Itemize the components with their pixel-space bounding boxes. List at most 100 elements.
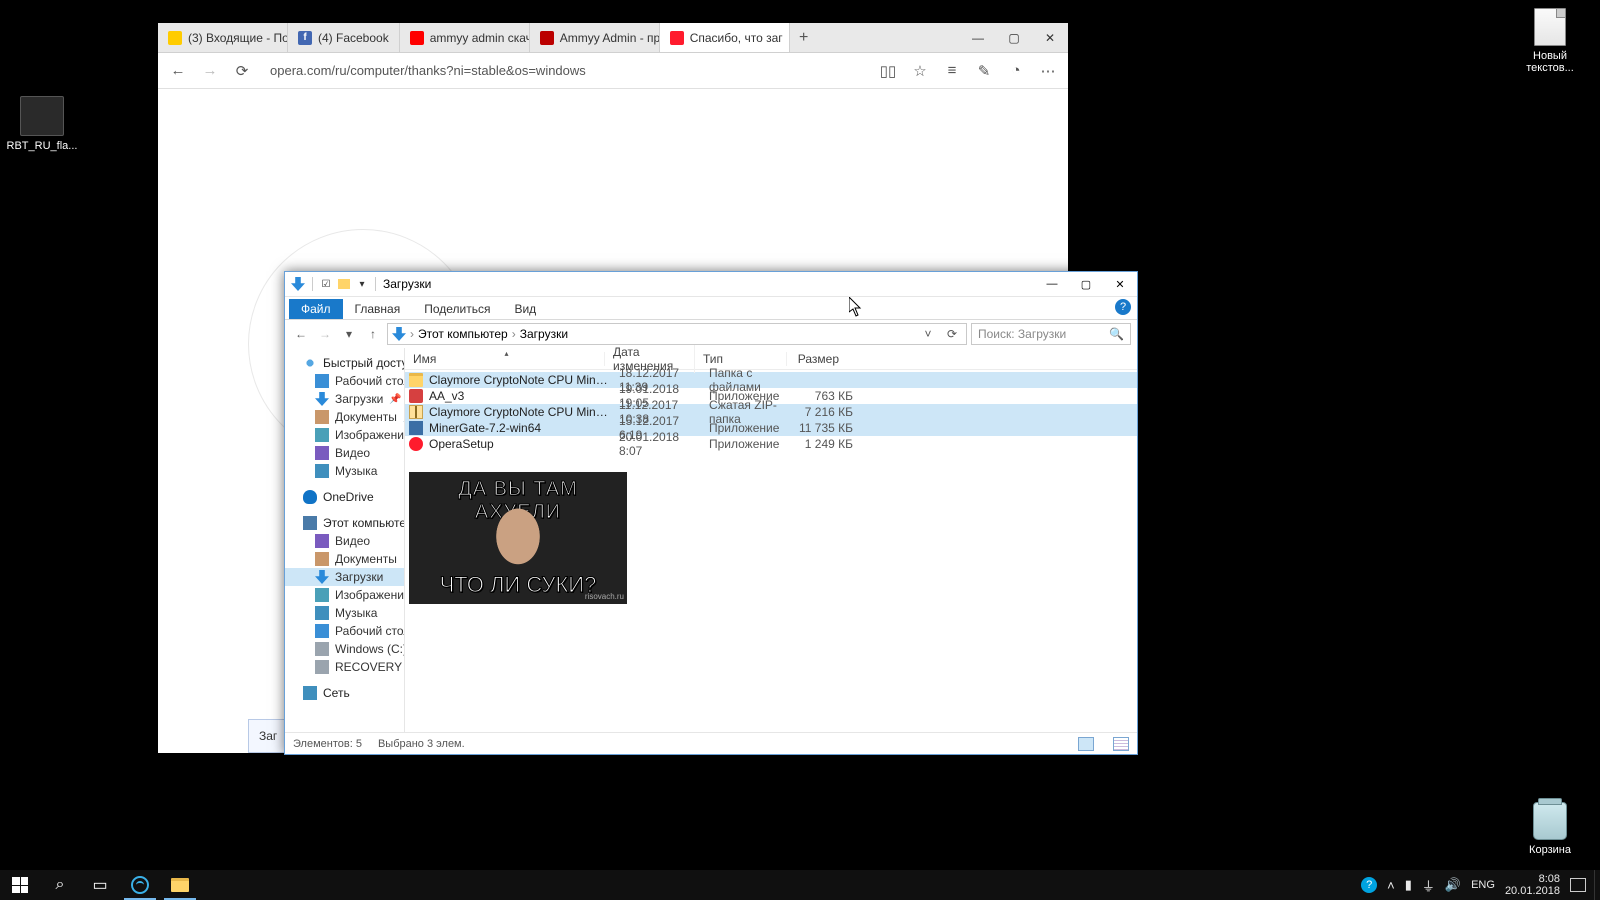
col-date[interactable]: Дата изменения: [605, 345, 695, 373]
nav-recent-button[interactable]: ▾: [339, 324, 359, 344]
nav-up-button[interactable]: ↑: [363, 324, 383, 344]
nav-forward-button[interactable]: →: [315, 324, 335, 344]
battery-icon[interactable]: ▮: [1405, 877, 1412, 893]
nav-pc-desktop[interactable]: Рабочий стол: [285, 622, 404, 640]
nav-videos[interactable]: Видео: [285, 444, 404, 462]
image-thumbnail[interactable]: ДА ВЫ ТАМ АХУЕЛИ ЧТО ЛИ СУКИ? risovach.r…: [409, 472, 627, 604]
desktop-icon-recycle[interactable]: Корзина: [1512, 802, 1588, 856]
back-button[interactable]: ←: [168, 61, 188, 81]
view-large-icons-button[interactable]: [1113, 737, 1129, 751]
ribbon-home-tab[interactable]: Главная: [343, 299, 413, 319]
nav-back-button[interactable]: ←: [291, 324, 311, 344]
taskbar-edge[interactable]: [120, 870, 160, 900]
file-row[interactable]: Claymore CryptoNote CPU Miner v3.9 - ...…: [405, 404, 1137, 420]
breadcrumb[interactable]: › Этот компьютер › Загрузки ˅ ⟳: [387, 323, 967, 345]
col-name[interactable]: ▴Имя: [405, 352, 605, 366]
nav-drive-c[interactable]: Windows (C:): [285, 640, 404, 658]
breadcrumb-dropdown[interactable]: ˅: [918, 324, 938, 344]
nav-network[interactable]: Сеть: [285, 684, 404, 702]
nav-desktop[interactable]: Рабочий стол📌: [285, 372, 404, 390]
taskbar-explorer[interactable]: [160, 870, 200, 900]
nav-quick-access[interactable]: Быстрый доступ: [285, 354, 404, 372]
col-size[interactable]: Размер: [787, 352, 847, 366]
tab-ammyy[interactable]: Ammyy Admin - про: [530, 23, 660, 52]
qat-dropdown-button[interactable]: ▾: [354, 276, 370, 292]
browser-close-button[interactable]: ✕: [1032, 23, 1068, 52]
forward-button[interactable]: →: [200, 61, 220, 81]
explorer-minimize-button[interactable]: —: [1035, 272, 1069, 297]
nav-pc-downloads[interactable]: Загрузки: [285, 568, 404, 586]
nav-pc-videos[interactable]: Видео: [285, 532, 404, 550]
desktop-icon-rbt[interactable]: RBT_RU_fla...: [4, 96, 80, 152]
nav-documents[interactable]: Документы📌: [285, 408, 404, 426]
nav-pc-music[interactable]: Музыка: [285, 604, 404, 622]
help-button[interactable]: ?: [1115, 299, 1131, 315]
drive-icon: [315, 642, 329, 656]
search-button[interactable]: ⌕: [40, 870, 80, 900]
clock[interactable]: 8:08 20.01.2018: [1505, 873, 1560, 897]
start-button[interactable]: [0, 870, 40, 900]
ribbon-file-tab[interactable]: Файл: [289, 299, 343, 319]
nav-this-pc[interactable]: Этот компьютер: [285, 514, 404, 532]
explorer-close-button[interactable]: ✕: [1103, 272, 1137, 297]
file-row[interactable]: OperaSetup 20.01.2018 8:07 Приложение 1 …: [405, 436, 1137, 452]
search-input[interactable]: Поиск: Загрузки 🔍: [971, 323, 1131, 345]
ribbon-view-tab[interactable]: Вид: [502, 299, 548, 319]
browser-maximize-button[interactable]: ▢: [996, 23, 1032, 52]
tab-facebook[interactable]: f(4) Facebook: [288, 23, 400, 52]
file-row[interactable]: Claymore CryptoNote CPU Miner v3.9 - ...…: [405, 372, 1137, 388]
nav-onedrive[interactable]: OneDrive: [285, 488, 404, 506]
file-row[interactable]: MinerGate-7.2-win64 15.12.2017 6:19 Прил…: [405, 420, 1137, 436]
address-bar[interactable]: opera.com/ru/computer/thanks?ni=stable&o…: [264, 59, 866, 82]
opera-icon: [409, 437, 423, 451]
videos-icon: [315, 534, 329, 548]
explorer-titlebar[interactable]: ☑ ▾ Загрузки — ▢ ✕: [285, 272, 1137, 297]
folder-icon: [171, 878, 189, 892]
refresh-button[interactable]: ⟳: [942, 324, 962, 344]
nav-drive-d[interactable]: RECOVERY (D:): [285, 658, 404, 676]
yandex-search-icon: [410, 31, 424, 45]
view-details-button[interactable]: [1078, 737, 1094, 751]
qat-newfolder-button[interactable]: [338, 279, 350, 289]
ribbon-share-tab[interactable]: Поделиться: [412, 299, 502, 319]
tab-label: (3) Входящие - Почт: [188, 31, 288, 45]
more-button[interactable]: ⋯: [1038, 61, 1058, 81]
tray-chevron-icon[interactable]: ˄: [1387, 878, 1395, 893]
new-tab-button[interactable]: +: [790, 23, 818, 52]
browser-minimize-button[interactable]: —: [960, 23, 996, 52]
nav-downloads[interactable]: Загрузки📌: [285, 390, 404, 408]
reader-button[interactable]: ▯▯: [878, 61, 898, 81]
thumbnail-icon: [20, 96, 64, 136]
qat-properties-button[interactable]: ☑: [318, 276, 334, 292]
file-list[interactable]: Claymore CryptoNote CPU Miner v3.9 - ...…: [405, 370, 1137, 732]
reading-list-button[interactable]: ≡: [942, 61, 962, 81]
action-center-icon[interactable]: [1570, 878, 1586, 892]
desktop-icon-textfile[interactable]: Новый текстов...: [1512, 8, 1588, 74]
tab-yandex-mail[interactable]: (3) Входящие - Почт: [158, 23, 288, 52]
wifi-icon[interactable]: ⏚: [1422, 876, 1435, 895]
ribbon-tabs: Файл Главная Поделиться Вид ?: [285, 297, 1137, 319]
breadcrumb-item[interactable]: Загрузки: [520, 327, 568, 341]
taskbar: ⌕ ▭ ? ˄ ▮ ⏚ 🔊 ENG 8:08 20.01.2018: [0, 870, 1600, 900]
help-tray-icon[interactable]: ?: [1361, 877, 1377, 893]
nav-pc-documents[interactable]: Документы: [285, 550, 404, 568]
favorite-button[interactable]: ☆: [910, 61, 930, 81]
onedrive-icon: [303, 490, 317, 504]
volume-icon[interactable]: 🔊: [1445, 877, 1461, 893]
music-icon: [315, 606, 329, 620]
tab-yandex-search[interactable]: ammyy admin скачат: [400, 23, 530, 52]
language-indicator[interactable]: ENG: [1471, 879, 1495, 891]
show-desktop-button[interactable]: [1594, 870, 1600, 900]
tab-opera[interactable]: Спасибо, что заг✕: [660, 23, 790, 52]
col-type[interactable]: Тип: [695, 352, 787, 366]
tab-label: ammyy admin скачат: [430, 31, 530, 45]
task-view-button[interactable]: ▭: [80, 870, 120, 900]
nav-pc-pictures[interactable]: Изображения: [285, 586, 404, 604]
breadcrumb-item[interactable]: Этот компьютер: [418, 327, 508, 341]
nav-music[interactable]: Музыка: [285, 462, 404, 480]
reload-button[interactable]: ⟳: [232, 61, 252, 81]
nav-pictures[interactable]: Изображения📌: [285, 426, 404, 444]
explorer-maximize-button[interactable]: ▢: [1069, 272, 1103, 297]
share-button[interactable]: ◔: [1006, 61, 1026, 81]
notes-button[interactable]: ✎: [974, 61, 994, 81]
